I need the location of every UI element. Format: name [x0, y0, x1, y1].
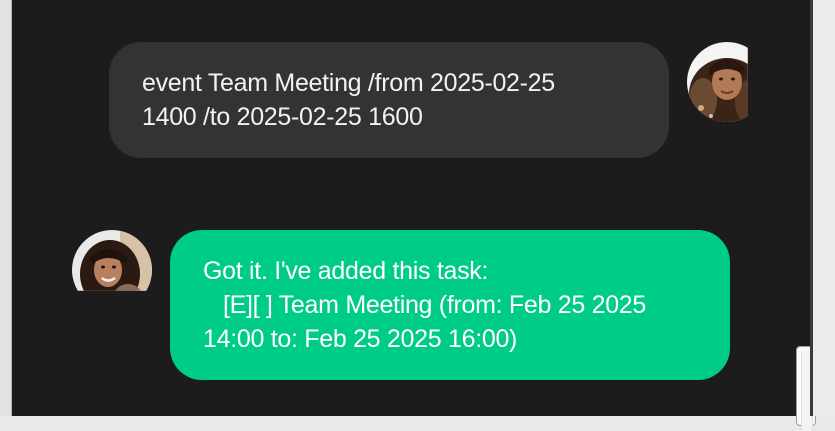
user-avatar-photo — [687, 42, 748, 122]
bot-message-bubble: Got it. I've added this task: [E][ ] Tea… — [170, 230, 730, 380]
bot-avatar — [72, 230, 152, 291]
window-left-frame — [0, 0, 12, 416]
window-right-frame — [813, 0, 835, 416]
chat-scroll-pane[interactable]: × event Team Meeting /from 2025-02-25 14… — [12, 0, 816, 431]
bot-avatar-photo — [72, 230, 152, 291]
app-window: × event Team Meeting /from 2025-02-25 14… — [0, 0, 835, 431]
user-message-bubble: event Team Meeting /from 2025-02-25 1400… — [109, 42, 669, 158]
user-avatar — [687, 42, 748, 122]
